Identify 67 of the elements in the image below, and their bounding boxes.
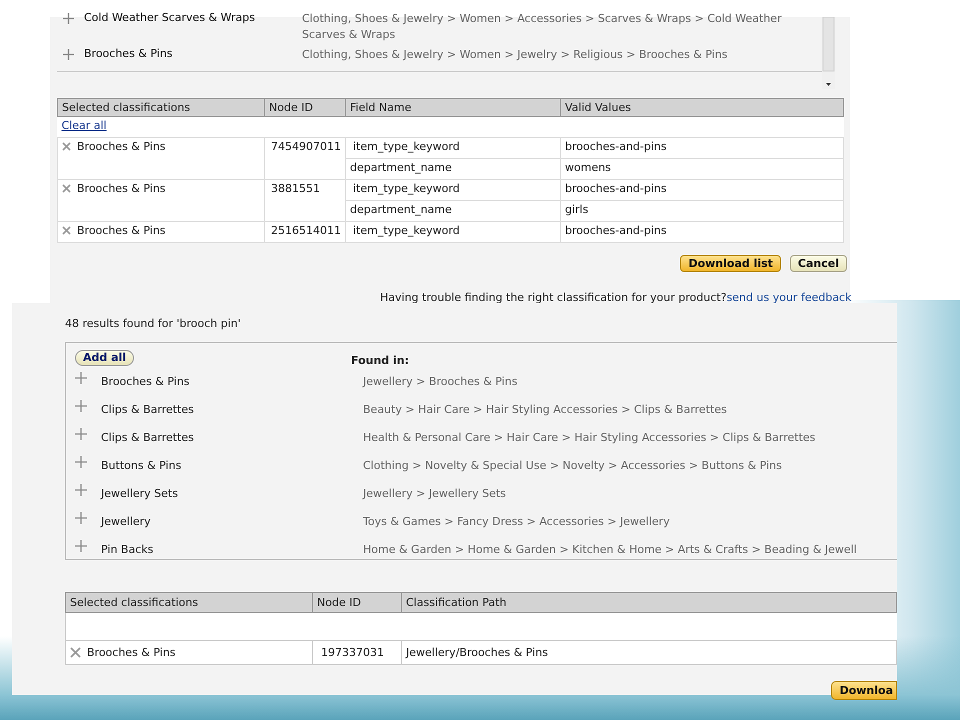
classification-path: Clothing, Shoes & Jewelry > Women > Jewelry > Religious > Brooches & Pins (302, 47, 729, 63)
classification-path: Clothing > Novelty & Special Use > Novelty > Accessories > Buttons & Pins (362, 458, 782, 472)
column-header: Field Name (346, 98, 560, 116)
column-header: Selected classifications (58, 98, 264, 116)
column-header: Node ID (264, 98, 346, 116)
classification-name: Brooches & Pins (77, 182, 166, 195)
classification-name: Jewellery (101, 514, 151, 528)
remove-icon[interactable] (62, 184, 71, 193)
field-name: department_name (346, 158, 560, 180)
plus-icon[interactable] (75, 456, 87, 468)
field-name: item_type_keyword (346, 222, 560, 242)
column-header: Selected classifications (66, 592, 312, 612)
classification-name: Brooches & Pins (87, 646, 176, 659)
remove-icon[interactable] (62, 142, 71, 151)
classification-name: Brooches & Pins (101, 374, 190, 388)
classification-name: Buttons & Pins (101, 458, 182, 472)
remove-icon[interactable] (62, 226, 71, 235)
valid-value: womens (560, 158, 844, 180)
field-name: item_type_keyword (346, 138, 560, 158)
classification-name: Brooches & Pins (84, 47, 174, 60)
valid-value: brooches-and-pins (560, 180, 844, 200)
classification-path: Toys & Games > Fancy Dress > Accessories > Jewellery (362, 514, 670, 528)
classification-path: Jewellery > Jewellery Sets (362, 486, 506, 500)
node-id: 7454907011 (264, 138, 346, 180)
cancel-button[interactable]: Cancel (790, 255, 847, 272)
classification-name: Cold Weather Scarves & Wraps (84, 11, 256, 24)
classification-path: Health & Personal Care > Hair Care > Hair Styling Accessories > Clips & Barrettes (362, 430, 816, 444)
plus-icon[interactable] (63, 49, 74, 60)
plus-icon[interactable] (75, 372, 87, 384)
node-id: 2516514011 (264, 222, 346, 242)
classification-path: Jewellery/Brooches & Pins (402, 640, 896, 664)
found-in-label: Found in: (351, 354, 409, 367)
plus-icon[interactable] (75, 512, 87, 524)
clear-all-link[interactable]: Clear all (62, 119, 107, 132)
help-text: Having trouble finding the right classification for your product? (380, 291, 727, 304)
feedback-link[interactable]: send us your feedback (726, 291, 852, 304)
column-header: Valid Values (560, 98, 844, 116)
remove-icon[interactable] (70, 647, 81, 658)
column-header: Node ID (312, 592, 402, 612)
valid-value: brooches-and-pins (560, 138, 844, 158)
classification-path: Jewellery > Brooches & Pins (362, 374, 518, 388)
field-name: department_name (346, 200, 560, 222)
classification-name: Clips & Barrettes (101, 402, 194, 416)
scrollbar[interactable] (822, 17, 835, 89)
valid-value: girls (560, 200, 844, 222)
classification-path: Home & Garden > Home & Garden > Kitchen & Home > Arts & Crafts > Beading & Jewell (362, 542, 857, 556)
plus-icon[interactable] (75, 400, 87, 412)
classification-name: Jewellery Sets (101, 486, 178, 500)
download-button[interactable]: Downloa (830, 681, 897, 700)
field-name: item_type_keyword (346, 180, 560, 200)
node-id: 3881551 (264, 180, 346, 222)
plus-icon[interactable] (63, 13, 74, 24)
column-header: Classification Path (402, 592, 896, 612)
classification-name: Clips & Barrettes (101, 430, 194, 444)
plus-icon[interactable] (75, 540, 87, 552)
classification-name: Pin Backs (101, 542, 154, 556)
classification-path: Beauty > Hair Care > Hair Styling Accessories > Clips & Barrettes (362, 402, 727, 416)
valid-value: brooches-and-pins (560, 222, 844, 242)
classification-name: Brooches & Pins (77, 140, 166, 153)
results-summary: 48 results found for 'brooch pin' (65, 317, 242, 330)
plus-icon[interactable] (75, 484, 87, 496)
plus-icon[interactable] (75, 428, 87, 440)
classification-path: Clothing, Shoes & Jewelry > Women > Accessories > Scarves & Wraps > Cold Weather Scarves & Wraps (302, 11, 783, 43)
add-all-button[interactable]: Add all (75, 350, 134, 366)
download-list-button[interactable]: Download list (680, 255, 781, 272)
classification-name: Brooches & Pins (77, 224, 166, 237)
node-id: 197337031 (312, 640, 402, 664)
